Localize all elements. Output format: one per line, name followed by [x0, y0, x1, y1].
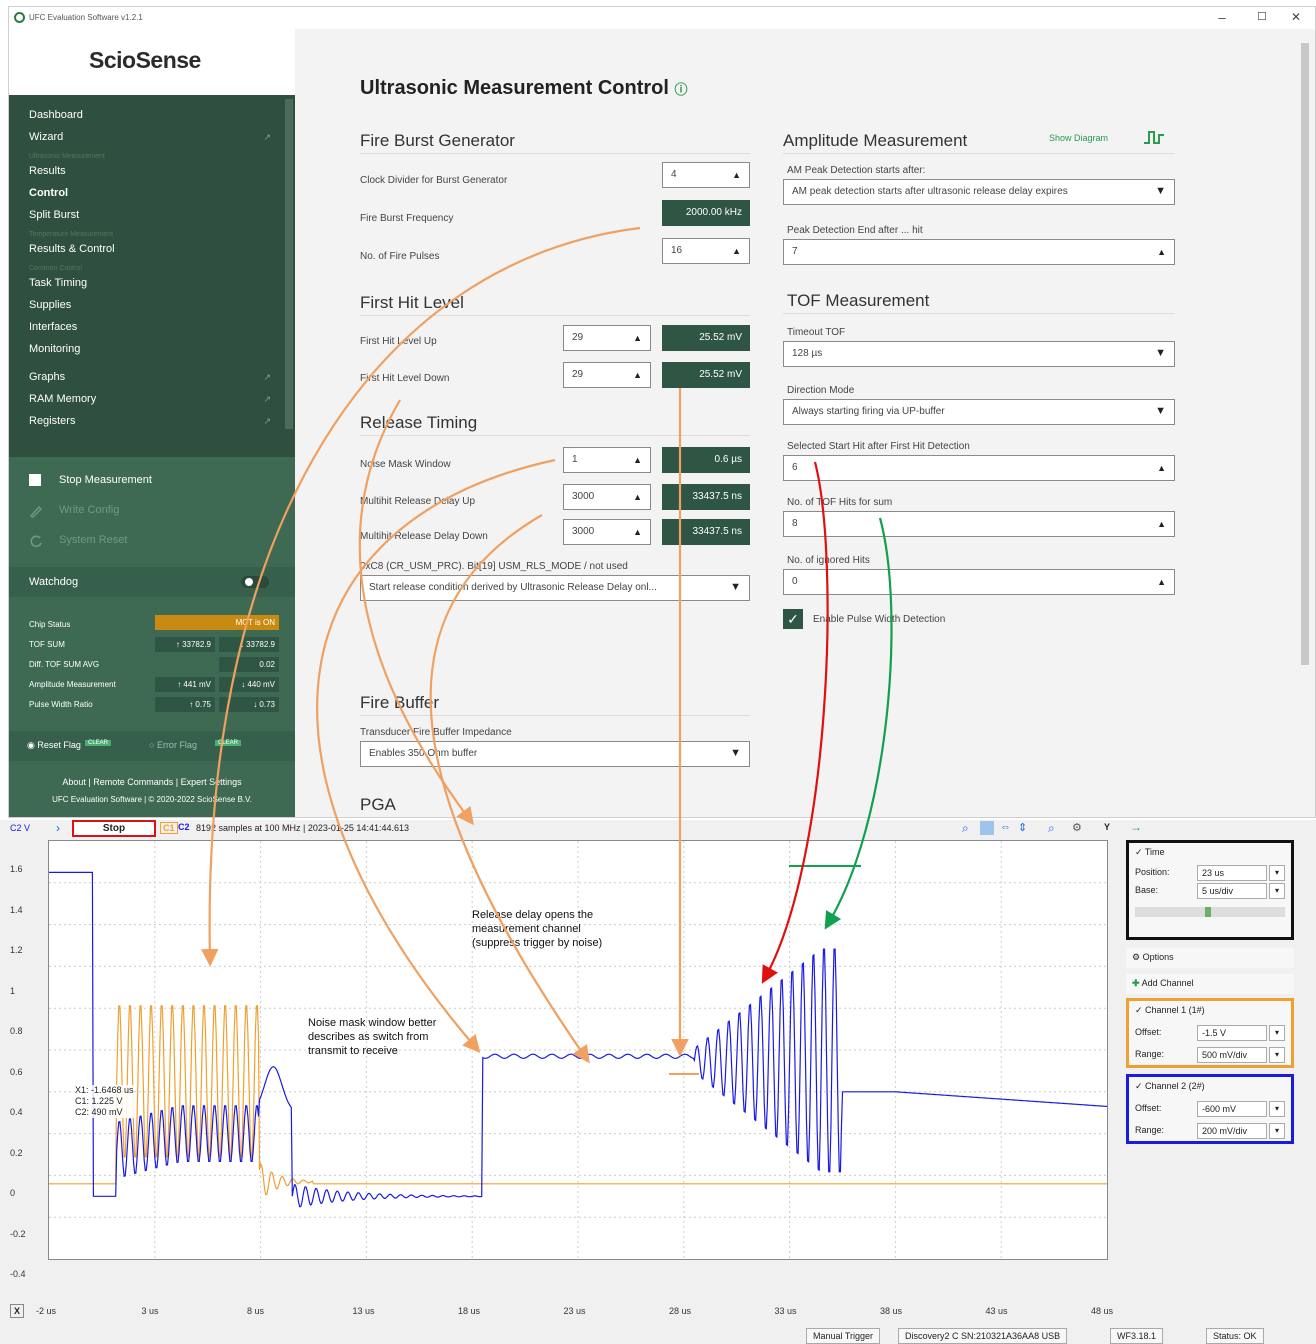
annotation-arrow [761, 461, 829, 984]
annotation-arrow [200, 226, 641, 967]
annotation-arrow [429, 514, 590, 1064]
annotation-arrows [200, 226, 893, 1064]
annotation-arrow [824, 517, 893, 930]
annotation-arrow [358, 399, 474, 826]
